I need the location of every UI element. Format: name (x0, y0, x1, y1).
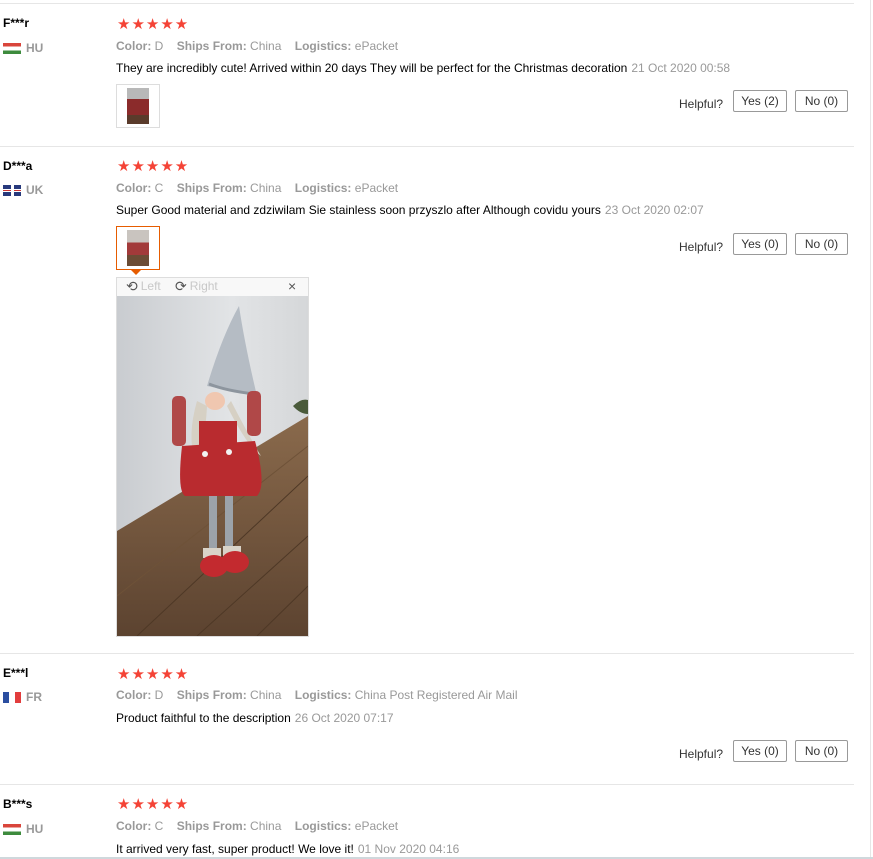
right-border (870, 0, 871, 859)
ships-from-label: Ships From: (176, 181, 247, 195)
helpful-yes-button[interactable]: Yes (2) (733, 90, 787, 112)
rotate-right-button[interactable]: ⟳ Right (175, 279, 218, 293)
review-date: 23 Oct 2020 02:07 (604, 203, 704, 217)
helpful-label: Helpful? (679, 240, 724, 254)
review-date: 26 Oct 2020 07:17 (294, 711, 394, 725)
review-meta: Color: D Ships From: China Logistics: eP… (116, 39, 408, 53)
close-icon[interactable]: × (288, 278, 296, 294)
hungary-flag-icon (3, 42, 21, 54)
rotate-left-icon: ⟲ (126, 278, 138, 294)
country-code: HU (26, 41, 44, 55)
review-photo-thumbnail[interactable] (116, 84, 160, 128)
review-divider (0, 784, 854, 785)
logistics-value: ePacket (354, 819, 399, 833)
rotate-right-icon: ⟳ (175, 278, 187, 294)
logistics-value: ePacket (354, 181, 399, 195)
color-value: C (154, 181, 164, 195)
review-photo-thumbnail[interactable] (116, 226, 160, 270)
review-date: 01 Nov 2020 04:16 (357, 842, 460, 856)
reviewer-name: E***l (3, 666, 29, 680)
reviewer-country: HU (3, 41, 43, 55)
photo-image (127, 230, 149, 266)
review-divider (0, 146, 854, 147)
ships-from-value: China (250, 819, 282, 833)
helpful-no-button[interactable]: No (0) (795, 90, 848, 112)
review-meta: Color: C Ships From: China Logistics: eP… (116, 181, 408, 195)
logistics-value: ePacket (354, 39, 399, 53)
reviewer-country: UK (3, 183, 43, 197)
logistics-label: Logistics: (294, 39, 352, 53)
ships-from-value: China (250, 181, 282, 195)
review-text: Super Good material and zdziwilam Sie st… (116, 203, 704, 217)
color-label: Color: (116, 181, 152, 195)
reviewer-name: F***r (3, 16, 30, 30)
review-body: It arrived very fast, super product! We … (116, 842, 354, 856)
review-text: It arrived very fast, super product! We … (116, 842, 459, 856)
review-body: They are incredibly cute! Arrived within… (116, 61, 628, 75)
rotate-left-label: Left (140, 279, 161, 293)
reviewer-name: B***s (3, 797, 33, 811)
ships-from-value: China (250, 688, 282, 702)
logistics-value: China Post Registered Air Mail (354, 688, 518, 702)
rotate-left-button[interactable]: ⟲ Left (126, 279, 161, 293)
rotate-right-label: Right (189, 279, 218, 293)
review-date: 21 Oct 2020 00:58 (631, 61, 731, 75)
color-value: C (154, 819, 164, 833)
photo-viewer: ⟲ Left ⟳ Right × (116, 277, 309, 637)
star-rating: ★★★★★ (117, 16, 190, 33)
uk-flag-icon (3, 184, 21, 196)
helpful-yes-button[interactable]: Yes (0) (733, 233, 787, 255)
logistics-label: Logistics: (294, 819, 352, 833)
star-rating: ★★★★★ (117, 158, 190, 175)
star-rating: ★★★★★ (117, 796, 190, 813)
top-divider (0, 3, 854, 4)
star-rating: ★★★★★ (117, 666, 190, 683)
hungary-flag-icon (3, 823, 21, 835)
helpful-no-button[interactable]: No (0) (795, 233, 848, 255)
logistics-label: Logistics: (294, 688, 352, 702)
color-value: D (154, 39, 164, 53)
review-body: Super Good material and zdziwilam Sie st… (116, 203, 601, 217)
color-label: Color: (116, 688, 152, 702)
ships-from-label: Ships From: (176, 688, 247, 702)
review-body: Product faithful to the description (116, 711, 291, 725)
photo-image (127, 88, 149, 124)
color-label: Color: (116, 819, 152, 833)
ships-from-label: Ships From: (176, 39, 247, 53)
reviewer-name: D***a (3, 159, 33, 173)
helpful-label: Helpful? (679, 97, 724, 111)
review-meta: Color: C Ships From: China Logistics: eP… (116, 819, 408, 833)
review-meta: Color: D Ships From: China Logistics: Ch… (116, 688, 528, 702)
active-thumb-caret-icon (131, 270, 141, 275)
review-text: They are incredibly cute! Arrived within… (116, 61, 730, 75)
gnome-photo (117, 296, 308, 636)
helpful-yes-button[interactable]: Yes (0) (733, 740, 787, 762)
ships-from-value: China (250, 39, 282, 53)
review-divider (0, 653, 854, 654)
country-code: UK (26, 183, 44, 197)
reviewer-country: HU (3, 822, 43, 836)
reviewer-country: FR (3, 690, 42, 704)
france-flag-icon (3, 691, 21, 703)
helpful-label: Helpful? (679, 747, 724, 761)
country-code: HU (26, 822, 44, 836)
country-code: FR (26, 690, 42, 704)
logistics-label: Logistics: (294, 181, 352, 195)
helpful-no-button[interactable]: No (0) (795, 740, 848, 762)
color-label: Color: (116, 39, 152, 53)
ships-from-label: Ships From: (176, 819, 247, 833)
review-photo-large (117, 296, 308, 636)
color-value: D (154, 688, 164, 702)
photo-viewer-toolbar: ⟲ Left ⟳ Right × (117, 278, 308, 296)
review-text: Product faithful to the description 26 Oc… (116, 711, 394, 725)
